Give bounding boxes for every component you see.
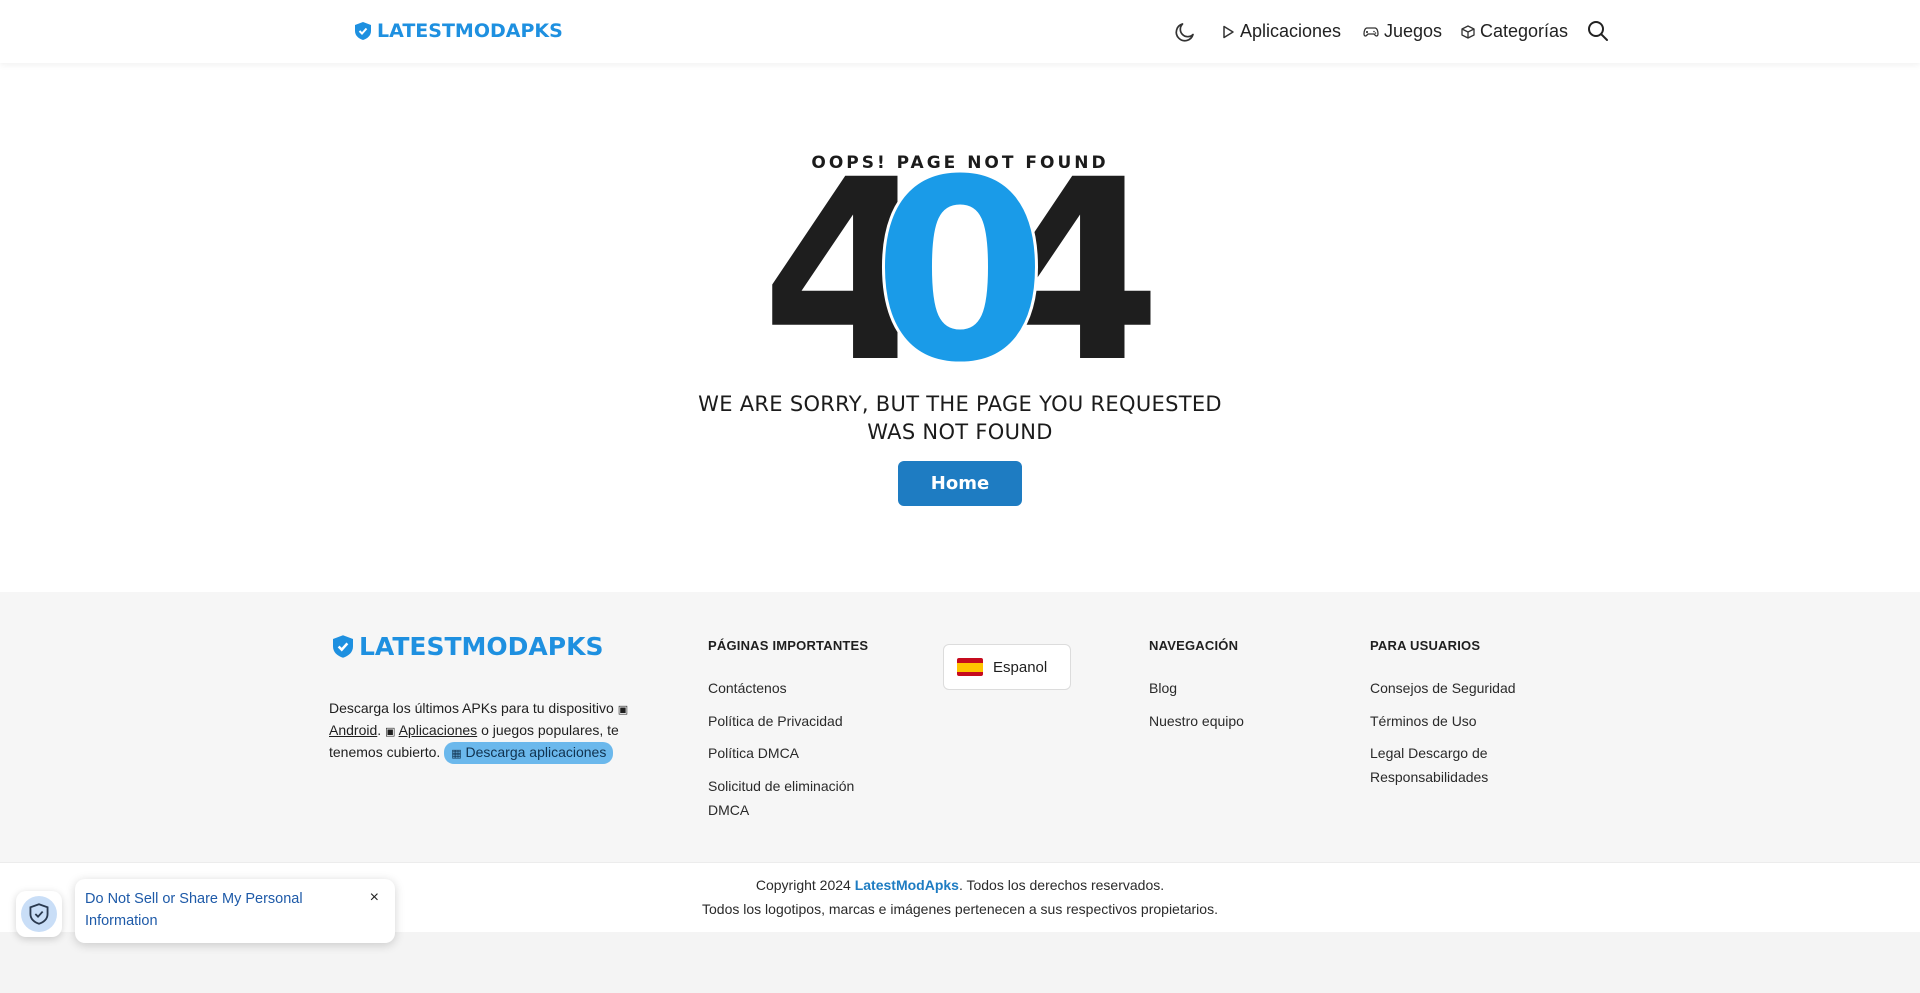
footer-description: Descarga los últimos APKs para tu dispos… bbox=[329, 698, 659, 764]
do-not-sell-link[interactable]: Do Not Sell or Share My Personal Informa… bbox=[85, 888, 335, 932]
shield-logo-icon bbox=[355, 22, 371, 40]
shield-logo-icon bbox=[333, 635, 353, 658]
error-code-404: 4 4 0 bbox=[761, 160, 1162, 370]
link-disclaimer[interactable]: Legal Descargo de Responsabilidades bbox=[1370, 741, 1540, 789]
language-selector[interactable]: Espanol bbox=[943, 644, 1071, 690]
nav-juegos[interactable]: Juegos bbox=[1363, 21, 1442, 42]
digit-zero: 0 bbox=[873, 160, 1047, 370]
link-blog[interactable]: Blog bbox=[1149, 676, 1177, 700]
copyright-brand-link[interactable]: LatestModApks bbox=[855, 877, 959, 893]
close-icon[interactable]: × bbox=[370, 889, 379, 907]
copyright-prefix: Copyright 2024 bbox=[755, 877, 851, 893]
error-message-line-1: WE ARE SORRY, BUT THE PAGE YOU REQUESTED bbox=[698, 392, 1222, 416]
cube-icon bbox=[1461, 24, 1475, 39]
play-icon bbox=[1223, 25, 1234, 38]
logo-text: LATESTMODAPKS bbox=[377, 20, 563, 42]
logo-text: LATESTMODAPKS bbox=[359, 632, 604, 661]
apps-link[interactable]: Aplicaciones bbox=[399, 722, 478, 738]
link-contact[interactable]: Contáctenos bbox=[708, 676, 787, 700]
footer-logo[interactable]: LATESTMODAPKS bbox=[333, 632, 603, 661]
nav-label: Aplicaciones bbox=[1240, 21, 1342, 41]
search-icon[interactable] bbox=[1587, 20, 1609, 42]
nav-aplicaciones[interactable]: Aplicaciones bbox=[1221, 21, 1341, 42]
nav-label: Juegos bbox=[1384, 21, 1443, 41]
spain-flag-icon bbox=[957, 658, 983, 676]
nav-categorias[interactable]: Categorías bbox=[1461, 21, 1568, 42]
error-message-line-2: WAS NOT FOUND bbox=[867, 420, 1053, 444]
privacy-widget-button[interactable] bbox=[16, 891, 62, 937]
desc-text: Descarga los últimos APKs para tu dispos… bbox=[329, 700, 614, 716]
moon-icon[interactable] bbox=[1173, 20, 1197, 44]
error-message: WE ARE SORRY, BUT THE PAGE YOU REQUESTED… bbox=[0, 390, 1920, 446]
link-team[interactable]: Nuestro equipo bbox=[1149, 709, 1244, 733]
important-pages-title: PÁGINAS IMPORTANTES bbox=[708, 638, 869, 653]
site-footer: LATESTMODAPKS Descarga los últimos APKs … bbox=[0, 592, 1920, 862]
site-logo[interactable]: LATESTMODAPKS bbox=[355, 20, 563, 42]
privacy-shield-icon bbox=[29, 903, 49, 925]
grid-icon: ▦ bbox=[451, 748, 462, 760]
link-security-tips[interactable]: Consejos de Seguridad bbox=[1370, 676, 1516, 700]
android-box-icon: ▣ bbox=[617, 704, 629, 716]
download-apps-pill[interactable]: ▦ Descarga aplicaciones bbox=[444, 742, 614, 764]
link-dmca-removal[interactable]: Solicitud de eliminación DMCA bbox=[708, 774, 888, 822]
gamepad-icon bbox=[1363, 26, 1379, 37]
link-privacy-policy[interactable]: Política de Privacidad bbox=[708, 709, 843, 733]
apps-box-icon: ▣ bbox=[385, 726, 396, 738]
nav-label: Categorías bbox=[1480, 21, 1569, 41]
link-terms[interactable]: Términos de Uso bbox=[1370, 709, 1477, 733]
link-dmca-policy[interactable]: Política DMCA bbox=[708, 741, 799, 765]
language-label: Espanol bbox=[993, 658, 1048, 676]
site-header: LATESTMODAPKS Aplicaciones Juegos Catego… bbox=[0, 0, 1920, 63]
android-link[interactable]: Android bbox=[329, 722, 377, 738]
navigation-title: NAVEGACIÓN bbox=[1149, 638, 1239, 653]
home-button[interactable]: Home bbox=[898, 461, 1022, 506]
privacy-notice: Do Not Sell or Share My Personal Informa… bbox=[75, 879, 395, 943]
copyright-suffix: . Todos los derechos reservados. bbox=[958, 877, 1165, 893]
users-title: PARA USUARIOS bbox=[1370, 638, 1481, 653]
pill-label: Descarga aplicaciones bbox=[465, 744, 607, 760]
